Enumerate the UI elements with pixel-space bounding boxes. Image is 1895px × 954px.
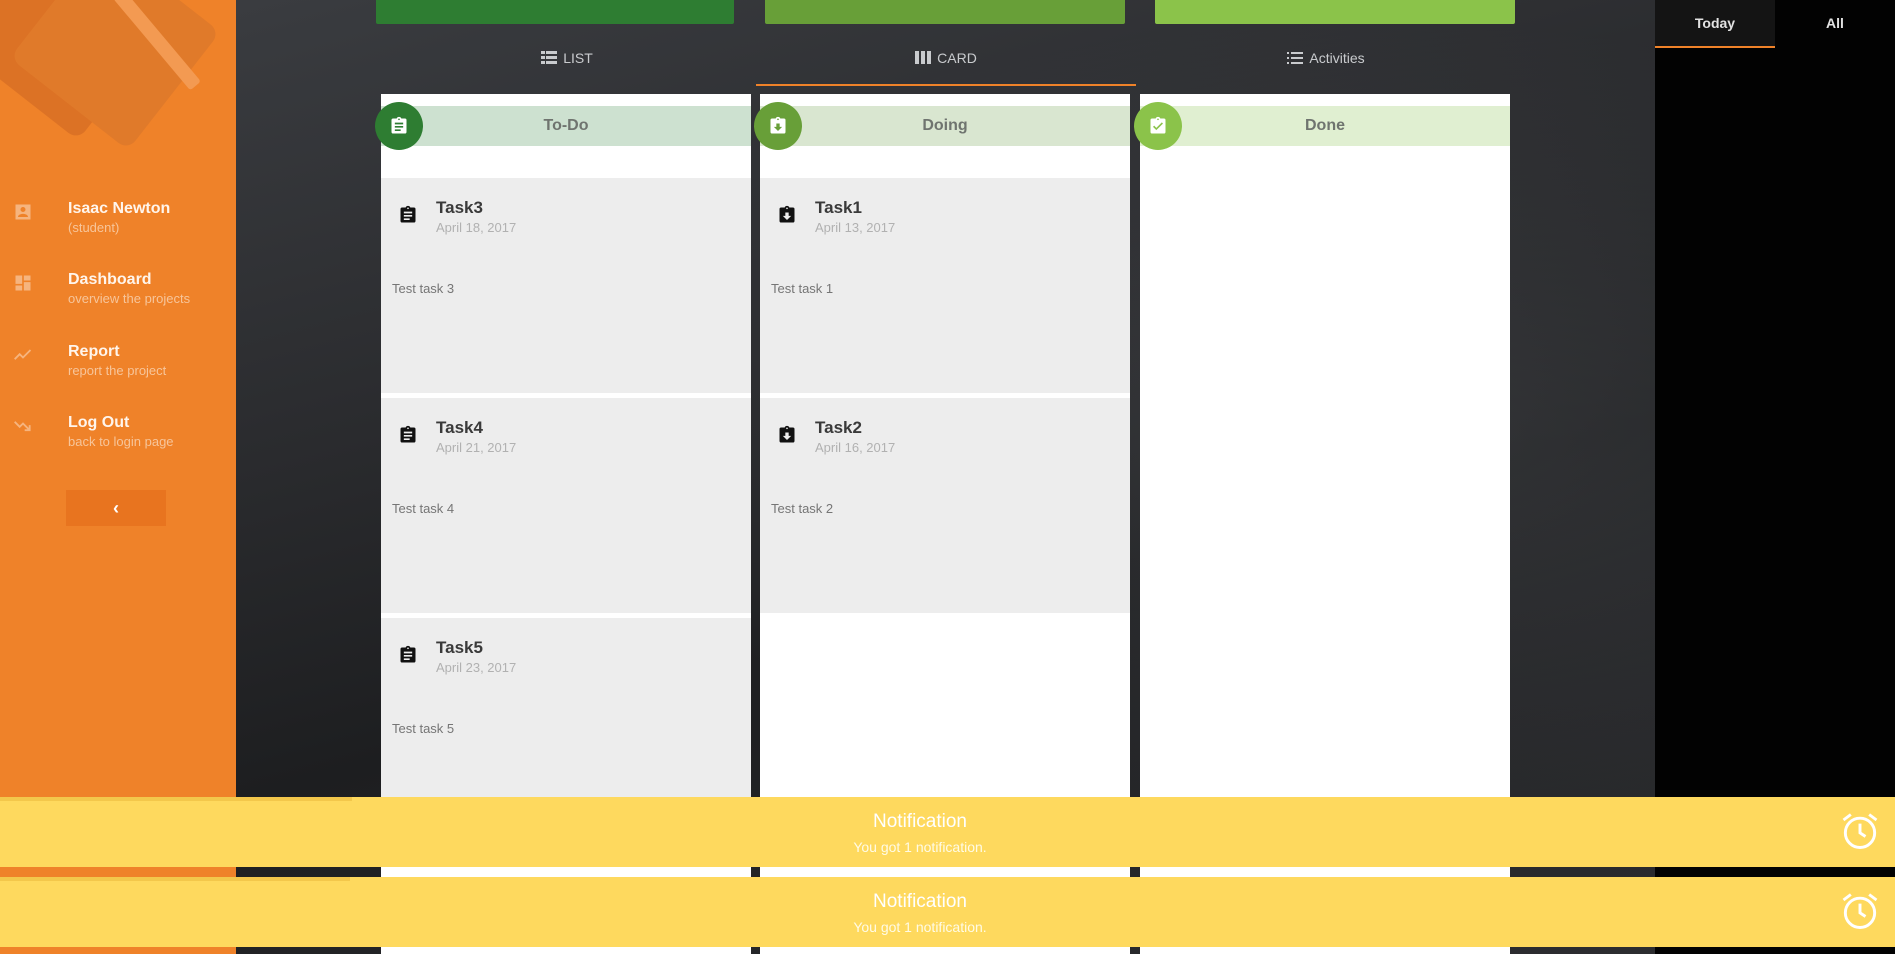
tab-card[interactable]: CARD <box>756 50 1136 86</box>
task-card[interactable]: Task1 April 13, 2017 Test task 1 <box>760 178 1130 393</box>
notification-timer-bar <box>0 797 352 801</box>
task-date: April 18, 2017 <box>436 220 517 235</box>
dashboard-icon <box>15 275 31 291</box>
alarm-clock-icon <box>1842 893 1878 929</box>
tab-list[interactable]: LIST <box>378 50 756 84</box>
task-description: Test task 5 <box>392 721 455 736</box>
task-description: Test task 1 <box>771 281 834 296</box>
nav-title-logout: Log Out <box>68 414 130 431</box>
tab-activities[interactable]: Activities <box>1136 50 1516 84</box>
nav-subtitle-report: report the project <box>68 363 167 378</box>
nav-subtitle-logout: back to login page <box>68 434 174 449</box>
notification-toast[interactable]: Notification You got 1 notification. <box>0 877 1895 947</box>
task-title: Task4 <box>436 418 483 437</box>
profile-name: Isaac Newton <box>68 200 171 217</box>
notification-toast[interactable]: Notification You got 1 notification. <box>0 797 1895 867</box>
collapse-sidebar-button[interactable]: ‹ <box>66 490 166 526</box>
column-title: To-Do <box>543 117 589 134</box>
task-date: April 23, 2017 <box>436 660 517 675</box>
nav-title-dashboard: Dashboard <box>68 271 152 288</box>
task-card[interactable]: Task3 April 18, 2017 Test task 3 <box>381 178 751 393</box>
profile-role: (student) <box>68 220 120 235</box>
task-card[interactable]: Task4 April 21, 2017 Test task 4 <box>381 398 751 613</box>
tab-today[interactable]: Today <box>1655 0 1775 48</box>
activities-icon <box>1287 52 1304 64</box>
task-title: Task3 <box>436 198 483 217</box>
column-header: Done <box>1134 102 1510 150</box>
task-date: April 21, 2017 <box>436 440 517 455</box>
notification-title: Notification <box>873 811 967 832</box>
clipboard-arrow-down-icon <box>779 425 795 443</box>
column-title: Done <box>1305 117 1345 134</box>
notification-message: You got 1 notification. <box>853 919 987 935</box>
nav-item-dashboard[interactable]: Dashboard overview the projects <box>0 271 236 323</box>
notification-timer-bar <box>0 877 350 881</box>
clipboard-text-icon <box>400 645 416 663</box>
column-title: Doing <box>922 117 968 134</box>
list-view-icon <box>541 51 558 64</box>
trending-line-icon <box>14 349 32 360</box>
doing-color-bar <box>765 0 1125 24</box>
clipboard-text-icon <box>400 425 416 443</box>
task-title: Task1 <box>815 198 862 217</box>
todo-color-bar <box>376 0 734 24</box>
task-description: Test task 4 <box>392 501 455 516</box>
profile-item[interactable]: Isaac Newton (student) <box>0 200 236 252</box>
tab-activities-label: Activities <box>1309 50 1365 66</box>
task-date: April 16, 2017 <box>815 440 896 455</box>
clipboard-text-icon <box>400 205 416 223</box>
nav-item-report[interactable]: Report report the project <box>0 343 236 395</box>
alarm-clock-icon <box>1842 813 1878 849</box>
tab-list-label: LIST <box>563 50 593 66</box>
task-date: April 13, 2017 <box>815 220 896 235</box>
account-box-icon <box>15 204 31 220</box>
tab-card-label: CARD <box>937 50 977 66</box>
task-card[interactable]: Task2 April 16, 2017 Test task 2 <box>760 398 1130 613</box>
notification-message: You got 1 notification. <box>853 839 987 855</box>
column-header: Doing <box>754 102 1130 150</box>
notification-title: Notification <box>873 891 967 912</box>
task-title: Task5 <box>436 638 483 657</box>
task-title: Task2 <box>815 418 862 437</box>
clipboard-arrow-down-icon <box>779 205 795 223</box>
task-description: Test task 2 <box>771 501 834 516</box>
column-header: To-Do <box>375 102 751 150</box>
nav-title-report: Report <box>68 343 120 360</box>
done-color-bar <box>1155 0 1515 24</box>
logout-arrow-icon <box>14 421 31 432</box>
task-description: Test task 3 <box>392 281 455 296</box>
nav-item-logout[interactable]: Log Out back to login page <box>0 414 236 466</box>
tab-all[interactable]: All <box>1775 0 1895 46</box>
nav-subtitle-dashboard: overview the projects <box>68 291 191 306</box>
card-view-icon <box>915 51 932 64</box>
